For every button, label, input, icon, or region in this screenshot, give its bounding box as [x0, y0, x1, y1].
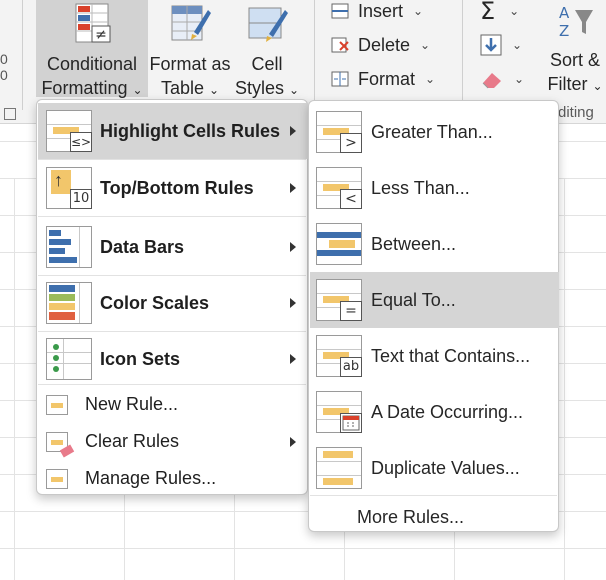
date-occurring-icon [316, 391, 362, 433]
new-rule-icon [46, 394, 68, 415]
menu-item-color-scales[interactable]: Color Scales [38, 275, 308, 331]
submenu-item-less-than[interactable]: < Less Than... [310, 160, 559, 216]
cell-styles-icon [248, 7, 288, 42]
ribbon-separator [462, 0, 463, 110]
sort-filter-button[interactable]: A Z Sort & Filter ⌄ [544, 0, 606, 97]
data-bars-icon [46, 226, 92, 268]
conditional-formatting-label-1: Conditional [46, 54, 138, 74]
submenu-item-between[interactable]: Between... [310, 216, 559, 272]
duplicate-values-icon [316, 447, 362, 489]
menu-item-icon-sets[interactable]: Icon Sets [38, 331, 308, 387]
submenu-item-more-rules[interactable]: More Rules... [310, 496, 559, 538]
svg-text:Z: Z [559, 22, 569, 40]
highlight-cells-rules-submenu: > Greater Than... < Less Than... Between… [308, 100, 559, 532]
format-icon [331, 71, 349, 87]
conditional-formatting-icon: ≠ [75, 3, 111, 43]
highlight-cells-icon: ≤> [46, 110, 92, 152]
format-as-table-label-1: Format as [149, 54, 231, 74]
equal-to-icon: = [316, 279, 362, 321]
submenu-arrow-icon [290, 183, 296, 193]
sigma-icon: Σ [480, 0, 496, 25]
submenu-arrow-icon [290, 126, 296, 136]
greater-than-icon: > [316, 111, 362, 153]
menu-item-top-bottom-rules[interactable]: ↑ 10 Top/Bottom Rules [38, 160, 308, 216]
cell-styles-button[interactable]: Cell Styles ⌄ [232, 0, 302, 98]
menu-item-new-rule[interactable]: New Rule... [38, 386, 308, 423]
submenu-arrow-icon [290, 298, 296, 308]
submenu-item-date-occurring[interactable]: A Date Occurring... [310, 384, 559, 440]
cell-styles-label-1: Cell [251, 54, 283, 74]
icon-sets-icon [46, 338, 92, 380]
conditional-formatting-menu: ≤> Highlight Cells Rules ↑ 10 Top/Bottom… [36, 99, 308, 495]
svg-text:≠: ≠ [95, 27, 107, 43]
menu-item-highlight-cells-rules[interactable]: ≤> Highlight Cells Rules [38, 103, 308, 159]
submenu-item-text-contains[interactable]: ab Text that Contains... [310, 328, 559, 384]
ribbon-separator [22, 0, 23, 110]
sort-filter-label-2: Filter ⌄ [547, 74, 603, 94]
top-bottom-icon: ↑ 10 [46, 167, 92, 209]
between-icon [316, 223, 362, 265]
submenu-arrow-icon [290, 242, 296, 252]
sort-filter-icon: A Z [559, 4, 593, 40]
svg-text:A: A [559, 4, 570, 22]
left-edge-partial-2: 0 [0, 67, 8, 83]
format-as-table-icon [171, 5, 211, 41]
insert-icon [331, 3, 349, 19]
clear-rules-icon [46, 431, 75, 457]
dialog-launcher-icon[interactable] [4, 108, 16, 120]
autosum-button[interactable]: Σ ⌄ [480, 0, 519, 26]
editing-group-label: diting [558, 104, 594, 121]
format-as-table-button[interactable]: Format as Table ⌄ [148, 0, 232, 98]
sort-filter-label-1: Sort & [549, 50, 601, 70]
fill-down-icon [480, 34, 502, 56]
insert-button[interactable]: Insert ⌄ [330, 0, 423, 26]
menu-item-manage-rules[interactable]: Manage Rules... [38, 460, 308, 497]
fill-button[interactable]: ⌄ [480, 30, 522, 60]
ribbon-separator [314, 0, 315, 110]
submenu-item-greater-than[interactable]: > Greater Than... [310, 104, 559, 160]
clear-button[interactable]: ⌄ [480, 64, 524, 94]
submenu-arrow-icon [290, 354, 296, 364]
delete-button[interactable]: Delete ⌄ [330, 30, 430, 60]
delete-icon [331, 37, 349, 53]
text-contains-icon: ab [316, 335, 362, 377]
menu-item-data-bars[interactable]: Data Bars [38, 219, 308, 275]
less-than-icon: < [316, 167, 362, 209]
submenu-arrow-icon [290, 436, 296, 447]
conditional-formatting-button[interactable]: ≠ Conditional Formatting ⌄ [36, 0, 148, 98]
color-scales-icon [46, 282, 92, 324]
submenu-item-duplicate-values[interactable]: Duplicate Values... [310, 440, 559, 496]
menu-item-clear-rules[interactable]: Clear Rules [38, 423, 308, 460]
eraser-icon [482, 73, 501, 89]
format-button[interactable]: Format ⌄ [330, 64, 435, 94]
manage-rules-icon [46, 468, 68, 489]
submenu-item-equal-to[interactable]: = Equal To... [310, 272, 559, 328]
